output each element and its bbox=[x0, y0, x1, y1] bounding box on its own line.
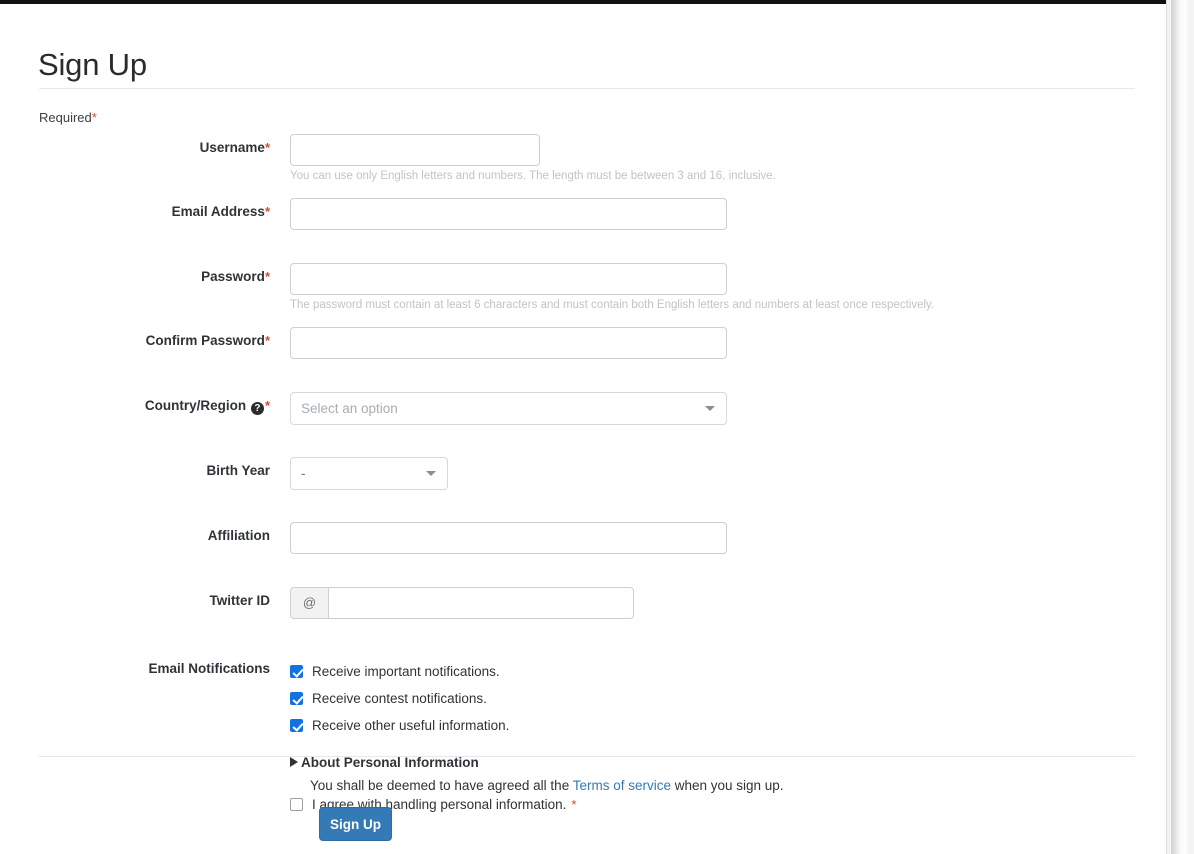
username-help-text: You can use only English letters and num… bbox=[290, 170, 776, 182]
checkbox-row-other-information[interactable]: Receive other useful information. bbox=[290, 713, 1130, 739]
checkbox-label-contest-notifications: Receive contest notifications. bbox=[312, 691, 487, 707]
label-email-text: Email Address bbox=[171, 203, 265, 219]
checkbox-agree-personal-info[interactable] bbox=[290, 798, 303, 812]
field-birth-year: - bbox=[290, 456, 1130, 490]
country-select-value: Select an option bbox=[301, 400, 398, 416]
checkbox-other-information[interactable] bbox=[290, 719, 303, 733]
username-input[interactable] bbox=[290, 134, 540, 166]
field-username: You can use only English letters and num… bbox=[290, 134, 1130, 184]
country-required-asterisk: * bbox=[264, 397, 270, 413]
checkbox-row-important-notifications[interactable]: Receive important notifications. bbox=[290, 659, 1130, 685]
label-username-text: Username bbox=[199, 140, 265, 155]
field-row-twitter: Twitter ID @ bbox=[0, 586, 1130, 636]
terms-of-service-link[interactable]: Terms of service bbox=[573, 778, 671, 793]
page-title: Sign Up bbox=[38, 46, 147, 82]
label-birth-year: Birth Year bbox=[206, 462, 270, 478]
password-required-asterisk: * bbox=[264, 268, 270, 284]
page-scrollbar-thumb[interactable] bbox=[1171, 0, 1191, 854]
header-divider bbox=[39, 88, 1135, 89]
field-row-email-notifications: Email Notifications Receive important no… bbox=[0, 659, 1130, 739]
terms-notice: You shall be deemed to have agreed all t… bbox=[310, 778, 784, 793]
field-country: Select an option bbox=[290, 391, 1130, 425]
field-row-username: Username* You can use only English lette… bbox=[0, 134, 1130, 184]
question-mark-icon[interactable]: ? bbox=[250, 402, 264, 416]
at-sign-icon: @ bbox=[290, 586, 328, 619]
label-affiliation: Affiliation bbox=[207, 527, 270, 543]
chevron-down-icon bbox=[705, 406, 715, 412]
checkbox-label-important-notifications: Receive important notifications. bbox=[312, 664, 500, 680]
checkbox-row-agree-personal-info[interactable]: I agree with handling personal informati… bbox=[290, 792, 1130, 818]
page-scrollbar[interactable] bbox=[1166, 0, 1194, 854]
birth-year-select-value: - bbox=[301, 465, 306, 481]
checkbox-row-contest-notifications[interactable]: Receive contest notifications. bbox=[290, 686, 1130, 712]
username-required-asterisk: * bbox=[264, 140, 270, 155]
field-confirm-password bbox=[290, 326, 1130, 359]
field-twitter: @ bbox=[290, 586, 1130, 619]
email-required-asterisk: * bbox=[264, 203, 270, 219]
label-country-text: Country/Region bbox=[144, 397, 247, 413]
required-legend: Required* bbox=[39, 110, 97, 125]
terms-prefix-text: You shall be deemed to have agreed all t… bbox=[310, 778, 573, 793]
agreement-required-asterisk: * bbox=[571, 797, 577, 813]
signup-form: Username* You can use only English lette… bbox=[0, 134, 1130, 818]
password-help-text: The password must contain at least 6 cha… bbox=[290, 298, 935, 311]
signup-submit-button[interactable]: Sign Up bbox=[319, 807, 392, 841]
chevron-down-icon bbox=[426, 471, 436, 477]
field-affiliation bbox=[290, 521, 1130, 554]
label-confirm-password: Confirm Password* bbox=[0, 327, 290, 348]
field-agreement: I agree with handling personal informati… bbox=[290, 792, 1130, 818]
label-password-text: Password bbox=[201, 268, 265, 284]
label-twitter: Twitter ID bbox=[209, 592, 271, 608]
birth-year-select[interactable]: - bbox=[290, 456, 448, 490]
label-country: Country/Region ? * bbox=[0, 392, 290, 416]
country-select[interactable]: Select an option bbox=[290, 391, 727, 425]
field-row-agreement: I agree with handling personal informati… bbox=[0, 792, 1130, 818]
triangle-right-icon bbox=[290, 757, 298, 768]
field-password: The password must contain at least 6 cha… bbox=[290, 262, 1130, 313]
checkbox-label-other-information: Receive other useful information. bbox=[312, 718, 510, 734]
required-legend-text: Required bbox=[39, 110, 92, 125]
label-email: Email Address* bbox=[0, 198, 290, 219]
label-username: Username* bbox=[0, 134, 290, 155]
field-row-email: Email Address* bbox=[0, 197, 1130, 247]
field-email-notifications: Receive important notifications. Receive… bbox=[290, 659, 1130, 739]
field-row-affiliation: Affiliation bbox=[0, 521, 1130, 571]
checkbox-important-notifications[interactable] bbox=[290, 665, 303, 679]
confirm-password-input[interactable] bbox=[290, 326, 727, 359]
footer-divider bbox=[39, 756, 1135, 757]
twitter-input-group: @ bbox=[290, 586, 634, 619]
field-row-confirm-password: Confirm Password* bbox=[0, 326, 1130, 376]
field-row-password: Password* The password must contain at l… bbox=[0, 262, 1130, 313]
checkbox-contest-notifications[interactable] bbox=[290, 692, 303, 706]
confirm-password-required-asterisk: * bbox=[264, 332, 270, 348]
browser-viewport: Sign Up Required* Username* You can use … bbox=[0, 0, 1194, 854]
field-email bbox=[290, 197, 1130, 230]
required-asterisk: * bbox=[91, 110, 97, 125]
label-password: Password* bbox=[0, 263, 290, 284]
field-row-birth-year: Birth Year - bbox=[0, 456, 1130, 506]
affiliation-input[interactable] bbox=[290, 521, 727, 554]
password-input[interactable] bbox=[290, 262, 727, 295]
field-row-country: Country/Region ? * Select an option bbox=[0, 391, 1130, 441]
terms-suffix-text: when you sign up. bbox=[670, 778, 784, 793]
label-spacer-agreement bbox=[0, 792, 290, 798]
signup-page: Sign Up Required* Username* You can use … bbox=[0, 4, 1166, 854]
twitter-input[interactable] bbox=[328, 586, 634, 619]
label-email-notifications: Email Notifications bbox=[148, 660, 270, 676]
email-input[interactable] bbox=[290, 197, 727, 230]
label-confirm-password-text: Confirm Password bbox=[145, 332, 265, 348]
